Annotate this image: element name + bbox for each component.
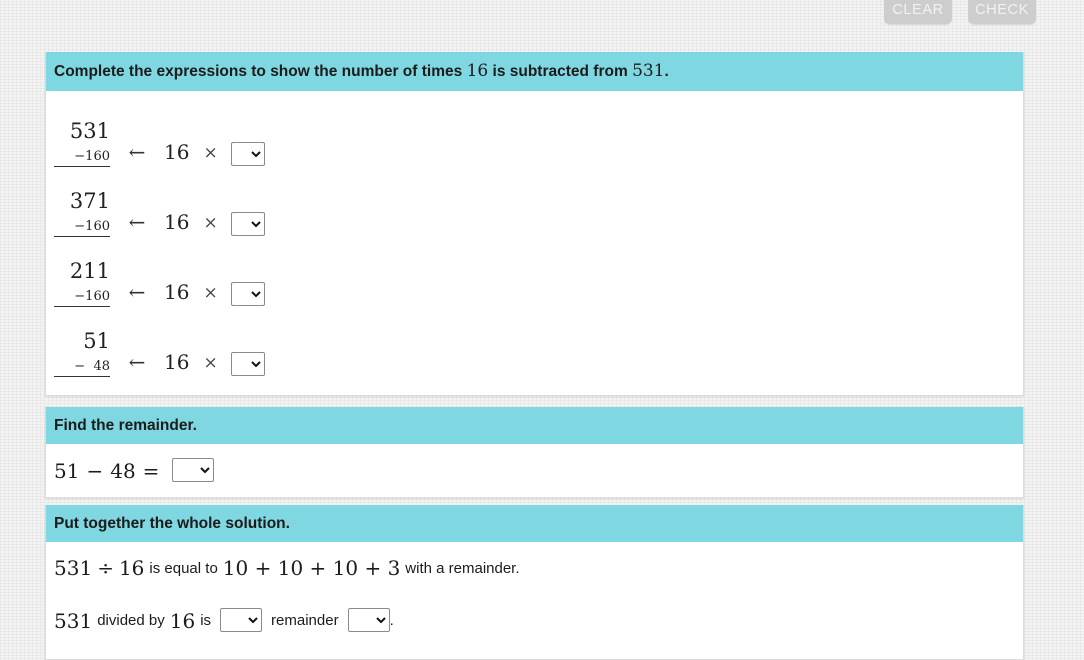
solution-partial-sum: 10 + 10 + 10 + 3 [222, 556, 401, 581]
remainder-left-operand: 51 [54, 458, 80, 483]
divide-icon: ÷ [97, 556, 114, 581]
minuend: 371 [69, 189, 110, 214]
multiplier-value: 16 [164, 140, 190, 165]
left-arrow-icon: ← [128, 140, 146, 165]
solution-mid-text: is equal to [149, 559, 218, 577]
minus-icon: − [86, 458, 104, 483]
subtrahend: −160 [74, 219, 110, 235]
action-button-bar: CLEAR CHECK [884, 0, 1036, 24]
subtraction-stack: 51 − 48 [54, 329, 110, 378]
worksheet-page: CLEAR CHECK Complete the expressions to … [0, 0, 1084, 660]
answer-divisor: 16 [169, 608, 196, 633]
solution-divisor: 16 [118, 556, 145, 581]
left-arrow-icon: ← [128, 350, 146, 375]
subtrahend: − 48 [74, 359, 110, 375]
remainder-heading: Find the remainder. [46, 407, 1023, 445]
solution-line-equality: 531 ÷ 16 is equal to 10 + 10 + 10 + 3 wi… [54, 556, 1023, 580]
subtraction-row: 51 − 48 ← 16 × [46, 307, 1023, 378]
subtraction-stack: 531 −160 [54, 119, 110, 168]
remainder-select[interactable] [172, 458, 215, 483]
remainder-equation: 51 − 48 = [54, 458, 215, 483]
heading-period: . [664, 63, 669, 80]
solution-body: 531 ÷ 16 is equal to 10 + 10 + 10 + 3 wi… [46, 542, 1023, 659]
heading-number-divisor: 16 [466, 61, 489, 81]
remainder-body: 51 − 48 = [46, 444, 1023, 497]
answer-text-is: is [200, 612, 212, 630]
clear-button[interactable]: CLEAR [884, 0, 952, 24]
multiplier-select[interactable] [230, 142, 265, 167]
subtraction-stack: 371 −160 [54, 189, 110, 238]
solution-heading: Put together the whole solution. [46, 505, 1023, 543]
multiplier-value: 16 [164, 350, 190, 375]
multiplier-select[interactable] [230, 282, 265, 307]
multiplier-value: 16 [164, 210, 190, 235]
multiply-icon: × [203, 283, 218, 304]
multiply-icon: × [203, 143, 218, 164]
subtrahend: −160 [74, 289, 110, 305]
solution-dividend: 531 [54, 556, 93, 581]
card-remainder: Find the remainder. 51 − 48 = [45, 407, 1024, 499]
subtraction-row: 531 −160 ← 16 × [46, 97, 1023, 168]
quotient-select[interactable] [220, 608, 263, 633]
answer-text-remainder: remainder [271, 612, 339, 630]
multiply-icon: × [203, 353, 218, 374]
minuend: 51 [83, 329, 110, 354]
subtraction-row: 371 −160 ← 16 × [46, 167, 1023, 238]
check-button[interactable]: CHECK [968, 0, 1036, 24]
expressions-body: 531 −160 ← 16 × 371 −160 ← 16 × 211 −160… [46, 91, 1023, 395]
subtraction-row: 211 −160 ← 16 × [46, 237, 1023, 308]
remainder-right-operand: 48 [110, 458, 136, 483]
remainder-value-select[interactable] [347, 608, 390, 633]
left-arrow-icon: ← [128, 210, 146, 235]
answer-dividend: 531 [54, 608, 93, 633]
solution-end-text: with a remainder. [405, 559, 520, 577]
subtrahend: −160 [74, 149, 110, 165]
subtraction-stack: 211 −160 [54, 259, 110, 308]
minuend: 211 [69, 259, 110, 284]
solution-line-answer: 531 divided by 16 is remainder . [54, 608, 1023, 633]
multiplier-value: 16 [164, 280, 190, 305]
card-expressions: Complete the expressions to show the num… [45, 52, 1024, 397]
multiply-icon: × [203, 213, 218, 234]
answer-period: . [389, 612, 394, 630]
minuend: 531 [69, 119, 110, 144]
equals-icon: = [142, 458, 160, 483]
card-solution: Put together the whole solution. 531 ÷ 1… [45, 505, 1024, 660]
multiplier-select[interactable] [230, 212, 265, 237]
answer-text-divided-by: divided by [97, 612, 165, 630]
heading-number-dividend: 531 [632, 61, 665, 81]
left-arrow-icon: ← [128, 280, 146, 305]
heading-text-part2: is subtracted from [492, 63, 628, 80]
expressions-heading: Complete the expressions to show the num… [46, 52, 1023, 92]
heading-text-part1: Complete the expressions to show the num… [54, 63, 463, 80]
multiplier-select[interactable] [230, 352, 265, 377]
